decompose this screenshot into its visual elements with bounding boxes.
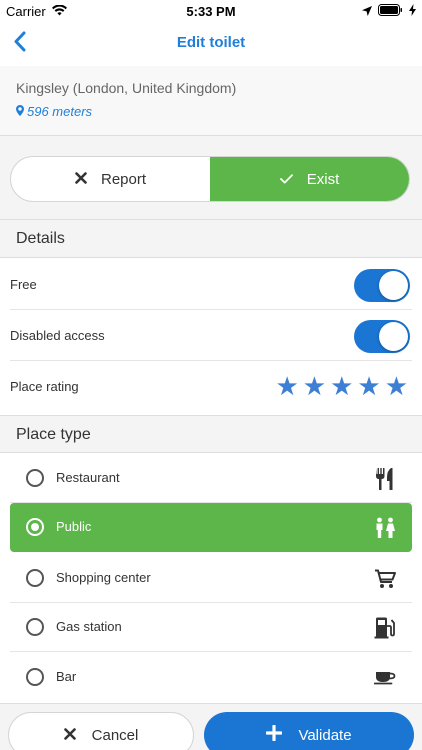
disabled-access-toggle[interactable]: [354, 320, 410, 353]
radio-button[interactable]: [26, 618, 44, 636]
place-name: Kingsley (London, United Kingdom): [16, 80, 237, 96]
gas-pump-icon: [372, 615, 398, 641]
star-icon[interactable]: ★: [385, 373, 408, 399]
toggle-knob: [379, 322, 408, 351]
charging-icon: [409, 4, 416, 19]
place-type-label: Bar: [56, 669, 77, 684]
cart-icon: [372, 566, 398, 592]
radio-button[interactable]: [26, 569, 44, 587]
map-marker-icon: [16, 104, 24, 119]
cancel-label: Cancel: [91, 726, 139, 744]
details-header: Details: [0, 220, 422, 258]
radio-button[interactable]: [26, 518, 44, 536]
place-type-header: Place type: [0, 415, 422, 453]
coffee-cup-icon: [372, 665, 398, 691]
page-title: Edit toilet: [176, 34, 246, 51]
cancel-button[interactable]: Cancel: [8, 712, 194, 750]
exist-button[interactable]: Exist: [210, 157, 409, 201]
bottom-action-bar: Cancel Validate: [0, 703, 422, 750]
status-segment-area: Report Exist: [0, 136, 422, 220]
nav-bar: Edit toilet: [0, 22, 422, 66]
status-segmented-control: Report Exist: [10, 156, 410, 202]
place-type-shopping-center[interactable]: Shopping center: [10, 554, 412, 603]
status-time: 5:33 PM: [186, 4, 236, 19]
place-type-gas-station[interactable]: Gas station: [10, 603, 412, 652]
place-type-public[interactable]: Public: [10, 503, 412, 552]
close-icon: [75, 171, 87, 188]
star-icon[interactable]: ★: [303, 373, 326, 399]
restroom-icon: [372, 515, 398, 541]
plus-icon: [265, 724, 284, 745]
validate-button[interactable]: Validate: [204, 712, 414, 750]
close-icon: [63, 727, 76, 744]
rating-stars: ★ ★ ★ ★ ★: [275, 373, 408, 399]
report-label: Report: [100, 170, 147, 188]
validate-label: Validate: [298, 726, 352, 744]
place-type-restaurant[interactable]: Restaurant: [10, 454, 412, 503]
status-right: [362, 4, 416, 19]
place-type-label: Shopping center: [56, 570, 151, 585]
place-type-header-label: Place type: [16, 426, 91, 443]
radio-dot: [31, 523, 39, 531]
star-icon[interactable]: ★: [357, 373, 380, 399]
free-label: Free: [10, 276, 37, 292]
battery-icon: [378, 4, 403, 19]
disabled-access-label: Disabled access: [10, 327, 105, 343]
distance-text: 596 meters: [27, 104, 93, 119]
star-icon[interactable]: ★: [330, 373, 353, 399]
details-header-label: Details: [16, 230, 65, 247]
free-toggle[interactable]: [354, 269, 410, 302]
status-bar: Carrier 5:33 PM: [0, 0, 422, 22]
free-row: Free: [10, 259, 412, 310]
restaurant-icon: [372, 466, 398, 492]
radio-button[interactable]: [26, 469, 44, 487]
place-type-label: Restaurant: [56, 470, 120, 485]
rating-label: Place rating: [10, 379, 79, 394]
place-type-label: Public: [56, 519, 92, 534]
disabled-access-row: Disabled access: [10, 310, 412, 361]
star-icon[interactable]: ★: [275, 373, 298, 399]
exist-label: Exist: [306, 170, 340, 188]
checkmark-icon: [279, 171, 293, 188]
place-type-label: Gas station: [56, 619, 122, 634]
report-button[interactable]: Report: [11, 157, 210, 201]
place-type-bar[interactable]: Bar: [10, 653, 412, 702]
location-info: Kingsley (London, United Kingdom) 596 me…: [0, 66, 422, 136]
rating-row: Place rating ★ ★ ★ ★ ★: [10, 361, 412, 412]
distance-row: 596 meters: [16, 104, 92, 119]
location-arrow-icon: [362, 4, 372, 19]
radio-button[interactable]: [26, 668, 44, 686]
toggle-knob: [379, 271, 408, 300]
